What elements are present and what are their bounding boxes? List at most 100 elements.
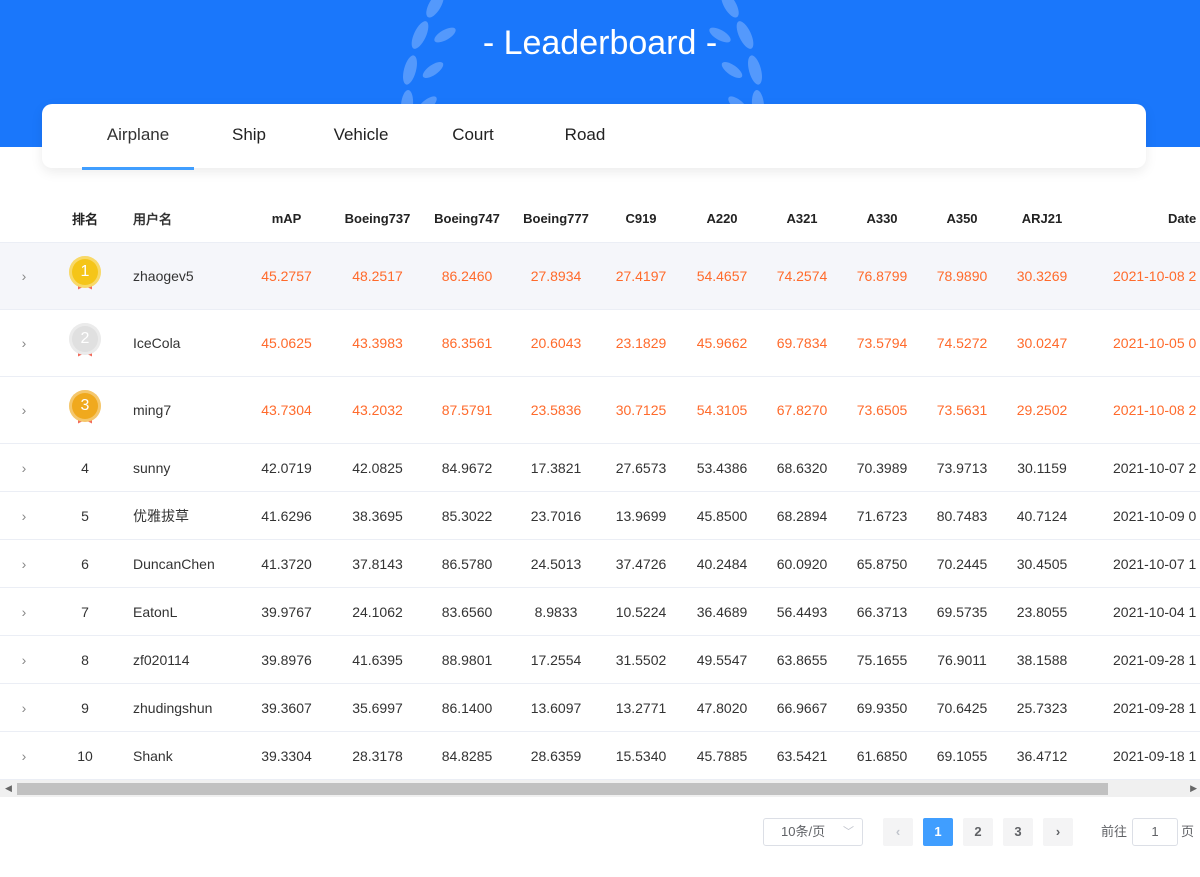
score-cell-map: 41.6296 bbox=[261, 507, 312, 524]
score-cell-boeing737: 35.6997 bbox=[352, 699, 403, 716]
score-cell-a330: 69.9350 bbox=[856, 699, 908, 716]
tab-airplane[interactable]: Airplane bbox=[82, 104, 194, 170]
table-row[interactable]: › 6 DuncanChen 41.3720 37.8143 86.5780 24.5013… bbox=[0, 540, 1200, 588]
date-cell: 2021-10-09 0 bbox=[1113, 507, 1197, 524]
column-header-map: mAP bbox=[271, 211, 302, 226]
date-cell: 2021-10-08 2 bbox=[1113, 402, 1197, 418]
score-cell-a330: 66.3713 bbox=[856, 603, 908, 620]
score-cell-boeing747: 87.5791 bbox=[441, 402, 493, 418]
scroll-left-icon[interactable]: ◀ bbox=[5, 783, 12, 794]
table-row[interactable]: › 7 EatonL 39.9767 24.1062 83.6560 8.9833 10.52… bbox=[0, 588, 1200, 636]
table-row[interactable]: › 2 IceCola 45.0625 43.3983 86.3561 20.6043 23.… bbox=[0, 310, 1200, 377]
page-3-button[interactable]: 3 bbox=[1003, 818, 1033, 846]
expand-chevron-icon[interactable]: › bbox=[0, 700, 48, 716]
username-cell: 优雅拔草 bbox=[133, 507, 189, 524]
score-cell-a321: 69.7834 bbox=[776, 335, 828, 351]
chevron-down-icon: ﹀ bbox=[843, 826, 854, 838]
score-cell-a330: 70.3989 bbox=[856, 459, 908, 476]
page-size-select[interactable]: 10条/页 ﹀ bbox=[763, 818, 863, 846]
scroll-right-icon[interactable]: ▶ bbox=[1190, 783, 1197, 794]
score-cell-boeing747: 86.5780 bbox=[441, 555, 493, 572]
score-cell-a330: 73.6505 bbox=[856, 402, 908, 418]
score-cell-c919: 27.4197 bbox=[615, 268, 667, 284]
expand-chevron-icon[interactable]: › bbox=[0, 508, 48, 524]
score-cell-a220: 40.2484 bbox=[696, 555, 748, 572]
rank-number: 1 bbox=[69, 255, 101, 288]
column-header-date: Date bbox=[1168, 211, 1197, 226]
score-cell-boeing747: 84.9672 bbox=[441, 459, 493, 476]
score-cell-boeing737: 43.2032 bbox=[352, 402, 403, 418]
score-cell-arj21: 30.3269 bbox=[1016, 268, 1068, 284]
column-header-boeing747: Boeing747 bbox=[434, 211, 500, 226]
score-cell-a220: 49.5547 bbox=[696, 651, 748, 668]
tab-vehicle[interactable]: Vehicle bbox=[322, 104, 400, 168]
date-cell: 2021-10-04 1 bbox=[1113, 603, 1197, 620]
score-cell-map: 45.2757 bbox=[261, 268, 312, 284]
column-header-a330: A330 bbox=[866, 211, 898, 226]
score-cell-boeing777: 28.6359 bbox=[530, 747, 582, 764]
score-cell-boeing737: 42.0825 bbox=[352, 459, 403, 476]
date-cell: 2021-10-07 2 bbox=[1113, 459, 1197, 476]
goto-page-input[interactable]: 1 bbox=[1132, 818, 1178, 846]
scrollbar-thumb[interactable] bbox=[17, 783, 1108, 795]
score-cell-map: 43.7304 bbox=[261, 402, 312, 418]
expand-chevron-icon[interactable]: › bbox=[0, 652, 48, 668]
expand-chevron-icon[interactable]: › bbox=[0, 556, 48, 572]
score-cell-a350: 70.2445 bbox=[936, 555, 988, 572]
rank-cell: 9 bbox=[81, 699, 89, 716]
expand-chevron-icon[interactable]: › bbox=[0, 335, 48, 351]
score-cell-boeing777: 17.2554 bbox=[530, 651, 582, 668]
expand-chevron-icon[interactable]: › bbox=[0, 460, 48, 476]
score-cell-boeing737: 28.3178 bbox=[352, 747, 403, 764]
username-cell: ming7 bbox=[133, 402, 172, 418]
date-cell: 2021-10-08 2 bbox=[1113, 268, 1197, 284]
username-cell: IceCola bbox=[133, 335, 181, 351]
table-row[interactable]: › 10 Shank 39.3304 28.3178 84.8285 28.6359 15.5… bbox=[0, 732, 1200, 780]
table-row[interactable]: › 9 zhudingshun 39.3607 35.6997 86.1400 13.609… bbox=[0, 684, 1200, 732]
table-row[interactable]: › 8 zf020114 39.8976 41.6395 88.9801 17.2554 31… bbox=[0, 636, 1200, 684]
page-1-button[interactable]: 1 bbox=[923, 818, 953, 846]
score-cell-a220: 45.9662 bbox=[696, 335, 748, 351]
score-cell-map: 39.8976 bbox=[261, 651, 312, 668]
username-cell: zf020114 bbox=[133, 651, 190, 668]
expand-chevron-icon[interactable]: › bbox=[0, 402, 48, 418]
score-cell-a321: 66.9667 bbox=[776, 699, 828, 716]
score-cell-a330: 73.5794 bbox=[856, 335, 908, 351]
score-cell-map: 39.3607 bbox=[261, 699, 312, 716]
prev-page-button[interactable]: ‹ bbox=[883, 818, 913, 846]
username-cell: EatonL bbox=[133, 603, 178, 620]
goto-label: 前往 bbox=[1101, 824, 1128, 839]
column-header-a321: A321 bbox=[786, 211, 818, 226]
expand-chevron-icon[interactable]: › bbox=[0, 268, 48, 284]
table-row[interactable]: › 1 zhaogev5 45.2757 48.2517 86.2460 27.8934 27… bbox=[0, 243, 1200, 310]
horizontal-scrollbar[interactable]: ◀ ▶ bbox=[0, 780, 1200, 797]
rank-cell: 4 bbox=[81, 459, 89, 476]
username-cell: zhudingshun bbox=[133, 699, 213, 716]
date-cell: 2021-10-05 0 bbox=[1113, 335, 1197, 351]
expand-chevron-icon[interactable]: › bbox=[0, 748, 48, 764]
score-cell-map: 41.3720 bbox=[261, 555, 312, 572]
score-cell-a350: 70.6425 bbox=[936, 699, 988, 716]
tab-court[interactable]: Court bbox=[438, 104, 508, 168]
score-cell-c919: 23.1829 bbox=[615, 335, 667, 351]
column-header-c919: C919 bbox=[625, 211, 657, 226]
expand-chevron-icon[interactable]: › bbox=[0, 604, 48, 620]
score-cell-arj21: 29.2502 bbox=[1016, 402, 1068, 418]
score-cell-a330: 76.8799 bbox=[856, 268, 908, 284]
score-cell-a350: 78.9890 bbox=[936, 268, 988, 284]
table-row[interactable]: › 3 ming7 43.7304 43.2032 87.5791 23.5836 30.71… bbox=[0, 377, 1200, 444]
rank-cell: 7 bbox=[81, 603, 89, 620]
score-cell-boeing777: 23.5836 bbox=[530, 402, 582, 418]
next-page-button[interactable]: › bbox=[1043, 818, 1073, 846]
score-cell-boeing747: 84.8285 bbox=[441, 747, 493, 764]
tab-road[interactable]: Road bbox=[550, 104, 620, 168]
tab-ship[interactable]: Ship bbox=[214, 104, 284, 168]
page-2-button[interactable]: 2 bbox=[963, 818, 993, 846]
score-cell-boeing747: 86.3561 bbox=[441, 335, 493, 351]
table-row[interactable]: › 4 sunny 42.0719 42.0825 84.9672 17.3821 27.65… bbox=[0, 444, 1200, 492]
table-row[interactable]: › 5 优雅拔草 41.6296 38.3695 85.3022 23.7016 13.969… bbox=[0, 492, 1200, 540]
score-cell-boeing777: 27.8934 bbox=[530, 268, 582, 284]
score-cell-a220: 53.4386 bbox=[696, 459, 748, 476]
score-cell-a330: 75.1655 bbox=[856, 651, 908, 668]
score-cell-arj21: 30.0247 bbox=[1016, 335, 1068, 351]
